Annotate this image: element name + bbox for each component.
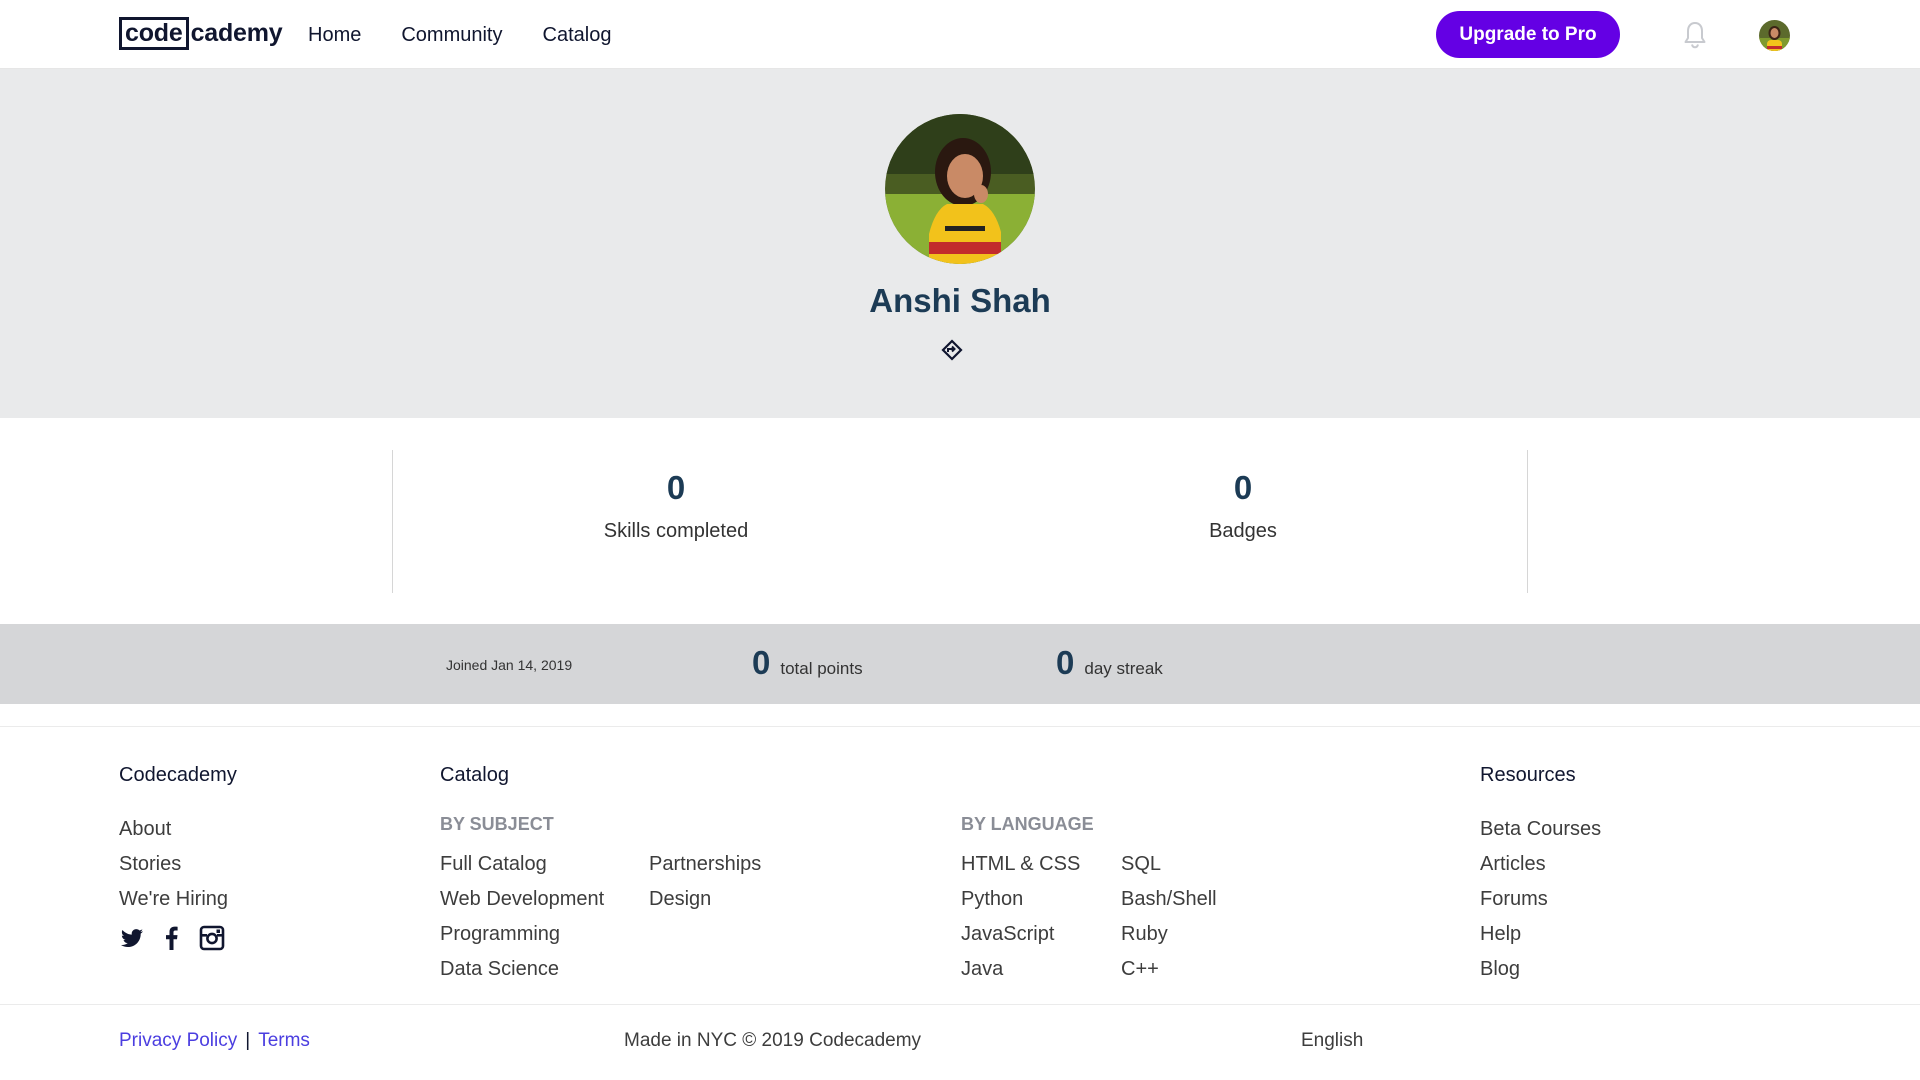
footer-about-link[interactable]: About <box>119 812 237 847</box>
twitter-icon[interactable] <box>119 925 145 951</box>
cpp-link[interactable]: C++ <box>1121 952 1217 987</box>
legal-separator: | <box>245 1030 251 1051</box>
bell-icon[interactable] <box>1683 21 1707 49</box>
joined-date: Joined Jan 14, 2019 <box>446 657 573 673</box>
activity-summary-bar: Joined Jan 14, 2019 0 total points 0 day… <box>0 624 1920 704</box>
stat-divider-right <box>1527 450 1528 593</box>
footer-codecademy-column: Codecademy About Stories We're Hiring <box>119 762 237 951</box>
total-points: 0 total points <box>752 644 863 682</box>
badges-stat: 0 Badges <box>1093 468 1393 543</box>
stat-divider-left <box>392 450 393 593</box>
help-link[interactable]: Help <box>1480 917 1601 952</box>
nav-catalog-link[interactable]: Catalog <box>543 20 612 50</box>
beta-courses-link[interactable]: Beta Courses <box>1480 812 1601 847</box>
footer-hiring-link[interactable]: We're Hiring <box>119 882 237 917</box>
footer-catalog-column: Catalog BY SUBJECT Full Catalog Web Deve… <box>440 762 1217 1012</box>
design-link[interactable]: Design <box>649 882 761 917</box>
terms-link[interactable]: Terms <box>258 1030 310 1052</box>
subject-list-2: Partnerships Design <box>649 847 761 917</box>
upgrade-to-pro-button[interactable]: Upgrade to Pro <box>1436 11 1620 58</box>
by-subject-label: BY SUBJECT <box>440 814 554 834</box>
articles-link[interactable]: Articles <box>1480 847 1601 882</box>
badges-value: 0 <box>1233 469 1253 506</box>
data-science-link[interactable]: Data Science <box>440 952 840 987</box>
day-streak-label: day streak <box>1084 659 1163 678</box>
share-icon[interactable] <box>941 339 963 361</box>
profile-stats: 0 Skills completed 0 Badges <box>0 418 1920 624</box>
language-selector[interactable]: English <box>1301 1030 1363 1052</box>
day-streak: 0 day streak <box>1056 644 1163 682</box>
footer-divider <box>0 726 1920 727</box>
instagram-icon[interactable] <box>199 925 225 951</box>
programming-link[interactable]: Programming <box>440 917 840 952</box>
partnerships-link[interactable]: Partnerships <box>649 847 761 882</box>
nav-community-link[interactable]: Community <box>401 20 502 50</box>
main-nav: Home Community Catalog <box>308 20 611 50</box>
subject-list-1: Full Catalog Web Development Programming… <box>440 847 840 987</box>
by-language-group: BY LANGUAGE HTML & CSS Python JavaScript… <box>961 812 1261 987</box>
by-subject-group: BY SUBJECT Full Catalog Web Development … <box>440 812 840 987</box>
bash-shell-link[interactable]: Bash/Shell <box>1121 882 1217 917</box>
top-navigation-bar: code cademy Home Community Catalog Upgrad… <box>0 0 1920 69</box>
legal-links: Privacy Policy | Terms <box>119 1030 310 1052</box>
day-streak-value: 0 <box>1056 644 1075 681</box>
language-list-2: SQL Bash/Shell Ruby C++ <box>1121 847 1217 987</box>
blog-link[interactable]: Blog <box>1480 952 1601 987</box>
social-links <box>119 925 237 951</box>
profile-avatar <box>885 114 1035 264</box>
privacy-policy-link[interactable]: Privacy Policy <box>119 1030 237 1052</box>
total-points-label: total points <box>780 659 863 678</box>
copyright-text: Made in NYC © 2019 Codecademy <box>624 1030 922 1051</box>
footer-catalog-heading: Catalog <box>440 764 509 786</box>
full-catalog-link[interactable]: Full Catalog <box>440 847 840 882</box>
nav-home-link[interactable]: Home <box>308 20 361 50</box>
footer-bottom-divider <box>0 1004 1920 1005</box>
profile-name: Anshi Shah <box>869 282 1051 319</box>
skills-completed-label: Skills completed <box>603 520 749 542</box>
user-avatar[interactable] <box>1759 20 1790 51</box>
badges-label: Badges <box>1209 520 1277 542</box>
forums-link[interactable]: Forums <box>1480 882 1601 917</box>
skills-completed-stat: 0 Skills completed <box>526 468 826 543</box>
skills-completed-value: 0 <box>666 469 686 506</box>
web-development-link[interactable]: Web Development <box>440 882 840 917</box>
footer-resources-heading: Resources <box>1480 764 1576 786</box>
by-language-label: BY LANGUAGE <box>961 814 1094 834</box>
ruby-link[interactable]: Ruby <box>1121 917 1217 952</box>
logo-cademy-text: cademy <box>190 18 283 47</box>
facebook-icon[interactable] <box>159 925 185 951</box>
logo-code-box: code <box>119 16 189 50</box>
sql-link[interactable]: SQL <box>1121 847 1217 882</box>
footer-codecademy-heading: Codecademy <box>119 764 237 786</box>
total-points-value: 0 <box>752 644 771 681</box>
footer-resources-column: Resources Beta Courses Articles Forums H… <box>1480 762 1601 987</box>
codecademy-logo[interactable]: code cademy <box>119 16 283 50</box>
profile-header: Anshi Shah <box>0 69 1920 418</box>
footer-stories-link[interactable]: Stories <box>119 847 237 882</box>
